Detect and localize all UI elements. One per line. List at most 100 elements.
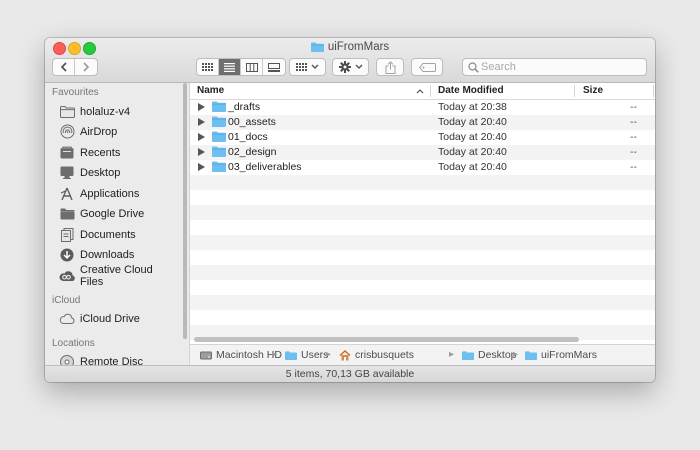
sidebar-item-creative-cloud-files[interactable]: Creative Cloud Files [45, 263, 179, 288]
sidebar-item-remote-disc[interactable]: Remote Disc [45, 352, 179, 365]
empty-row [190, 235, 655, 250]
titlebar: uiFromMars [45, 38, 655, 83]
downloads-icon [59, 247, 75, 263]
disclosure-triangle-icon[interactable] [198, 133, 205, 141]
sidebar: Favourites holaluz-v4 AirDrop Recents De… [45, 83, 190, 365]
folder-icon [285, 350, 297, 360]
column-separator[interactable] [653, 85, 654, 97]
sidebar-item-desktop[interactable]: Desktop [45, 163, 179, 182]
sidebar-item-holaluz-v4[interactable]: holaluz-v4 [45, 102, 179, 121]
file-date: Today at 20:40 [438, 161, 507, 173]
applications-icon [59, 186, 75, 202]
sidebar-item-label: Creative Cloud Files [80, 263, 153, 288]
cloud-icon [59, 311, 75, 327]
path-item-desktop[interactable]: Desktop [462, 349, 517, 361]
path-separator: ▸ [513, 349, 519, 360]
documents-icon [59, 227, 75, 243]
sort-chevron-up-icon[interactable] [416, 88, 424, 94]
sidebar-item-airdrop[interactable]: AirDrop [45, 122, 179, 141]
sidebar-scrollbar[interactable] [183, 83, 187, 339]
disclosure-triangle-icon[interactable] [198, 103, 205, 111]
search-icon [468, 62, 479, 73]
table-row[interactable]: 02_design Today at 20:40 -- [190, 145, 655, 160]
file-date: Today at 20:40 [438, 131, 507, 143]
column-view-button[interactable] [241, 59, 263, 75]
path-item-macintosh-hd[interactable]: Macintosh HD [200, 349, 282, 361]
sidebar-section-header: Locations [52, 338, 95, 349]
back-button[interactable] [53, 59, 75, 75]
empty-row [190, 205, 655, 220]
grid-icon [296, 63, 307, 71]
list-view-button[interactable] [219, 59, 241, 75]
sidebar-item-documents[interactable]: Documents [45, 225, 179, 244]
chevron-right-icon [83, 62, 90, 72]
folder-icon [310, 42, 324, 55]
path-item-users[interactable]: Users [285, 349, 328, 361]
column-separator[interactable] [574, 85, 575, 97]
empty-row [190, 265, 655, 280]
sidebar-item-applications[interactable]: Applications [45, 184, 179, 203]
column-header: Name Date Modified Size [190, 83, 655, 100]
column-size[interactable]: Size [583, 85, 603, 96]
tags-button[interactable] [411, 58, 443, 76]
hard-drive-icon [200, 351, 212, 360]
forward-button[interactable] [75, 59, 97, 75]
file-list: Name Date Modified Size _drafts Today at… [190, 83, 655, 365]
disclosure-triangle-icon[interactable] [198, 118, 205, 126]
column-separator[interactable] [430, 85, 431, 97]
finder-window: uiFromMars Search Favourites holaluz-v4 … [45, 38, 655, 382]
folder-icon [212, 101, 226, 112]
path-item-crisbusquets[interactable]: crisbusquets [339, 349, 414, 361]
sidebar-item-label: Documents [80, 228, 136, 241]
file-name: 03_deliverables [228, 161, 302, 173]
file-name: 02_design [228, 146, 277, 158]
disclosure-triangle-icon[interactable] [198, 148, 205, 156]
file-size: -- [630, 101, 637, 113]
file-date: Today at 20:38 [438, 101, 507, 113]
table-row[interactable]: _drafts Today at 20:38 -- [190, 100, 655, 115]
horizontal-scrollbar[interactable] [194, 337, 579, 342]
file-date: Today at 20:40 [438, 116, 507, 128]
sidebar-item-icloud-drive[interactable]: iCloud Drive [45, 309, 179, 328]
search-input[interactable] [481, 60, 641, 74]
icon-view-button[interactable] [197, 59, 219, 75]
folder-icon [462, 350, 474, 360]
gallery-icon [268, 62, 280, 72]
folder-icon [212, 146, 226, 157]
sidebar-item-downloads[interactable]: Downloads [45, 245, 179, 264]
group-by-button[interactable] [289, 58, 326, 76]
column-name[interactable]: Name [197, 85, 224, 96]
folder-icon [525, 350, 537, 360]
sidebar-section-header: Favourites [52, 87, 99, 98]
chevron-down-icon [355, 64, 362, 69]
sidebar-section-header: iCloud [52, 295, 81, 306]
sidebar-item-label: Remote Disc [80, 355, 143, 366]
file-date: Today at 20:40 [438, 146, 507, 158]
creative-cloud-icon [59, 268, 75, 284]
disclosure-triangle-icon[interactable] [198, 163, 205, 171]
file-size: -- [630, 116, 637, 128]
path-separator: ▸ [326, 349, 332, 360]
gallery-view-button[interactable] [263, 59, 285, 75]
sidebar-item-google-drive[interactable]: Google Drive [45, 204, 179, 223]
folder-icon [212, 116, 226, 127]
share-button[interactable] [376, 58, 404, 76]
folder-icon [59, 104, 75, 120]
sidebar-item-label: Recents [80, 146, 121, 159]
path-item-uifrommars[interactable]: uiFromMars [525, 349, 597, 361]
search-field[interactable] [462, 58, 647, 76]
table-row[interactable]: 01_docs Today at 20:40 -- [190, 130, 655, 145]
action-button[interactable] [332, 58, 369, 76]
sidebar-item-label: AirDrop [80, 125, 118, 138]
sidebar-item-label: Applications [80, 187, 140, 200]
columns-icon [245, 62, 258, 72]
folder-icon [212, 161, 226, 172]
sidebar-item-recents[interactable]: Recents [45, 143, 179, 162]
file-size: -- [630, 131, 637, 143]
gear-icon [338, 61, 351, 73]
path-separator: ▸ [272, 349, 278, 360]
table-row[interactable]: 00_assets Today at 20:40 -- [190, 115, 655, 130]
table-row[interactable]: 03_deliverables Today at 20:40 -- [190, 160, 655, 175]
file-size: -- [630, 146, 637, 158]
column-date-modified[interactable]: Date Modified [438, 85, 504, 96]
